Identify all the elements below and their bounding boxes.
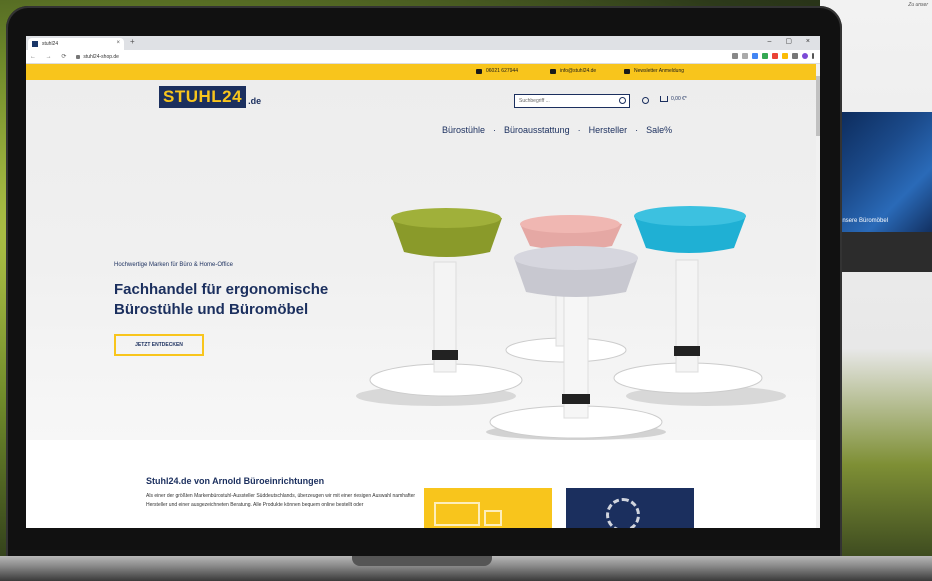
lock-icon (76, 54, 81, 59)
cyan-stool (613, 206, 763, 394)
scrollbar-thumb[interactable] (816, 76, 820, 136)
nav-item-bueroausstattung[interactable]: Büroausstattung (504, 125, 570, 135)
search-placeholder: Suchbegriff ... (519, 98, 550, 104)
chairs-illustration (356, 206, 786, 440)
search-input[interactable]: Suchbegriff ... (514, 94, 630, 108)
green-stool (369, 208, 523, 397)
close-icon[interactable]: × (116, 40, 120, 46)
window-controls[interactable]: – ▢ × (768, 37, 816, 45)
section-text: Als einer der größten Markenbürostuhl-Au… (146, 493, 416, 508)
extension-icon[interactable] (772, 53, 778, 59)
newsletter-icon (624, 68, 630, 74)
extension-icon[interactable] (752, 53, 758, 59)
extension-icon[interactable] (762, 53, 768, 59)
extension-icons (732, 53, 814, 59)
service-card[interactable] (566, 488, 694, 528)
nav-item-hersteller[interactable]: Hersteller (589, 125, 628, 135)
intro-section: Stuhl24.de von Arnold Büroeinrichtungen … (26, 440, 820, 528)
cart-icon (660, 96, 668, 102)
url-text: stuhl24-shop.de (83, 53, 119, 60)
search-icon[interactable] (619, 97, 626, 104)
browser-tab[interactable]: stuhl24 × (28, 38, 124, 50)
hero-section: STUHL24 .de Suchbegriff ... 0,00 €* Büro… (26, 80, 820, 440)
extension-icon[interactable] (782, 53, 788, 59)
browser-tabbar: stuhl24 × + – ▢ × (26, 36, 820, 50)
nav-separator: · (635, 125, 639, 135)
laptop-screen: stuhl24 × + – ▢ × ← → ⟳ stuhl24-shop.de … (26, 36, 820, 528)
delivery-card[interactable] (424, 488, 552, 528)
hero-kicker: Hochwertige Marken für Büro & Home-Offic… (114, 262, 233, 268)
nav-buttons[interactable]: ← → ⟳ (30, 53, 70, 60)
section-title: Stuhl24.de von Arnold Büroeinrichtungen (146, 476, 325, 486)
laptop-notch (352, 556, 492, 566)
newsletter-link[interactable]: Newsletter Anmeldung (624, 68, 684, 74)
menu-icon[interactable] (812, 53, 814, 59)
puzzle-icon[interactable] (792, 53, 798, 59)
logo-tld: .de (248, 96, 262, 106)
cart-total: 0,00 €* (671, 96, 687, 102)
background-caption: Unsere Büromöbel (838, 218, 889, 224)
newsletter-text: Newsletter Anmeldung (634, 68, 685, 74)
main-nav: Bürostühle · Büroausstattung · Herstelle… (442, 125, 672, 135)
background-panel (836, 232, 932, 272)
nav-separator: · (577, 125, 581, 135)
logo-main: STUHL24 (159, 86, 247, 108)
background-image (836, 112, 932, 232)
email-link[interactable]: info@stuhl24.de (550, 68, 596, 74)
phone-icon (476, 68, 482, 74)
url-field[interactable]: stuhl24-shop.de (76, 54, 119, 60)
nav-item-sale[interactable]: Sale% (646, 125, 672, 135)
cart-button[interactable]: 0,00 €* (660, 96, 687, 102)
avatar[interactable] (802, 53, 808, 59)
gear-icon (606, 498, 640, 528)
nav-separator: · (493, 125, 497, 135)
new-tab-button[interactable]: + (130, 37, 135, 46)
truck-cab-icon (484, 510, 502, 526)
cta-button[interactable]: JETZT ENTDECKEN (114, 334, 204, 356)
grey-stool (489, 246, 663, 439)
nav-item-buerostuehle[interactable]: Bürostühle (442, 125, 485, 135)
truck-icon (434, 502, 480, 526)
site-logo[interactable]: STUHL24 .de (159, 86, 261, 108)
contact-topbar: 06021 627944 info@stuhl24.de Newsletter … (26, 64, 820, 80)
hero-headline: Fachhandel für ergonomische Bürostühle u… (114, 281, 329, 318)
tab-title: stuhl24 (42, 41, 59, 47)
user-icon[interactable] (642, 97, 649, 104)
mail-icon (550, 68, 556, 74)
star-icon[interactable] (732, 53, 738, 59)
extension-icon[interactable] (742, 53, 748, 59)
background-text: Zu unser (908, 2, 928, 8)
favicon-icon (32, 41, 38, 47)
phone-link[interactable]: 06021 627944 (476, 68, 518, 74)
address-bar: ← → ⟳ stuhl24-shop.de (26, 50, 820, 64)
email-text: info@stuhl24.de (560, 68, 597, 74)
phone-text: 06021 627944 (486, 68, 518, 74)
